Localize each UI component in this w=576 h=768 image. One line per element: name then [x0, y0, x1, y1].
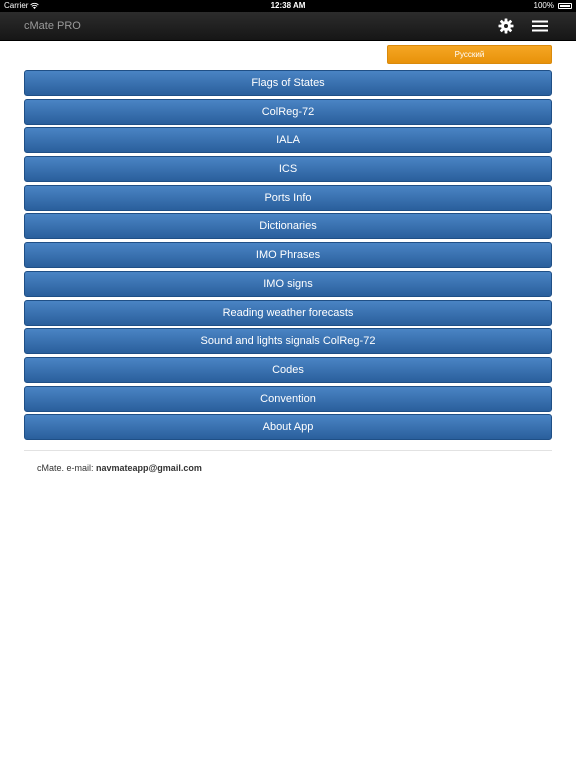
language-button[interactable]: Русский — [387, 45, 552, 64]
status-time: 12:38 AM — [270, 1, 306, 10]
battery-icon — [558, 3, 572, 9]
app-title: cMate PRO — [24, 20, 81, 32]
gear-icon[interactable] — [498, 18, 514, 34]
menu-item-codes[interactable]: Codes — [24, 356, 552, 383]
menu-item-convention[interactable]: Convention — [24, 385, 552, 412]
menu-item-ports-info[interactable]: Ports Info — [24, 184, 552, 211]
menu-item-about-app[interactable]: About App — [24, 414, 552, 441]
menu-item-sound-and-lights-signals[interactable]: Sound and lights signals ColReg-72 — [24, 328, 552, 355]
menu-item-flags-of-states[interactable]: Flags of States — [24, 70, 552, 96]
hamburger-menu-icon[interactable] — [531, 18, 549, 34]
footer-divider — [24, 450, 552, 451]
footer-contact: cMate. e-mail: navmateapp@gmail.com — [37, 462, 202, 474]
menu-item-colreg-72[interactable]: ColReg-72 — [24, 98, 552, 125]
menu-item-imo-phrases[interactable]: IMO Phrases — [24, 242, 552, 269]
menu-item-ics[interactable]: ICS — [24, 156, 552, 183]
main-menu: Flags of States ColReg-72 IALA ICS Ports… — [24, 70, 552, 443]
menu-item-reading-weather-forecasts[interactable]: Reading weather forecasts — [24, 299, 552, 326]
battery-percent: 100% — [533, 1, 554, 10]
menu-item-iala[interactable]: IALA — [24, 127, 552, 154]
menu-item-imo-signs[interactable]: IMO signs — [24, 270, 552, 297]
footer-email-link[interactable]: navmateapp@gmail.com — [96, 463, 202, 473]
navigation-bar: cMate PRO — [0, 12, 576, 41]
footer-label: cMate. e-mail: — [37, 463, 97, 473]
status-bar: Carrier 12:38 AM 100% — [0, 0, 576, 12]
menu-item-dictionaries[interactable]: Dictionaries — [24, 213, 552, 240]
